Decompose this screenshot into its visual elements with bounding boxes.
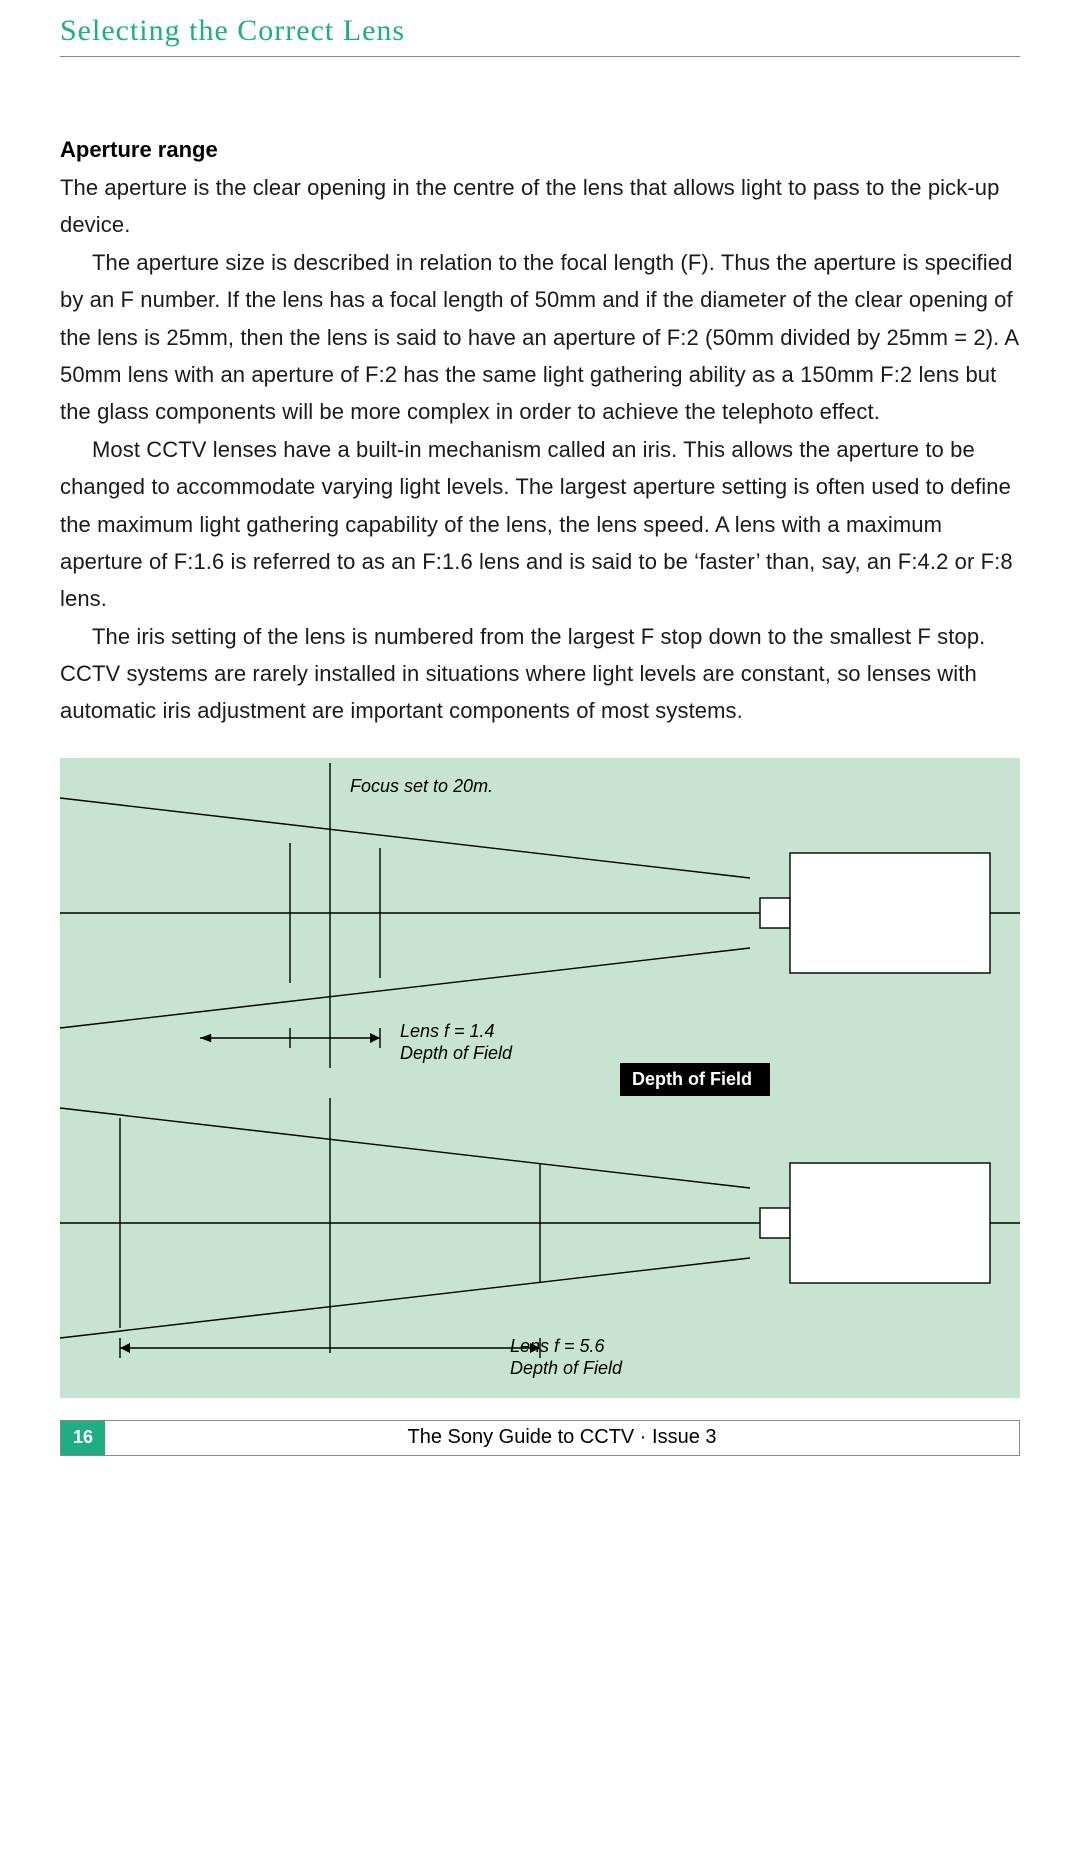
paragraph-3: Most CCTV lenses have a built-in mechani… xyxy=(60,431,1020,618)
paragraph-1: The aperture is the clear opening in the… xyxy=(60,169,1020,244)
depth-of-field-diagram xyxy=(60,758,1020,1398)
paragraph-2-text: The aperture size is described in relati… xyxy=(60,250,1018,425)
figure-focus-label: Focus set to 20m. xyxy=(350,776,493,797)
depth-of-field-figure: Focus set to 20m. Lens f = 1.4 Depth of … xyxy=(60,758,1020,1398)
figure-lens2-label-line2: Depth of Field xyxy=(510,1358,622,1379)
body-text-block: Aperture range The aperture is the clear… xyxy=(60,137,1020,730)
paragraph-2: The aperture size is described in relati… xyxy=(60,244,1020,431)
figure-lens1-label-line2: Depth of Field xyxy=(400,1043,512,1064)
section-heading: Aperture range xyxy=(60,137,1020,163)
chapter-title: Selecting the Correct Lens xyxy=(60,14,1020,48)
paragraph-4: The iris setting of the lens is numbered… xyxy=(60,618,1020,730)
footer-text: The Sony Guide to CCTV · Issue 3 xyxy=(105,1421,1019,1455)
header-rule xyxy=(60,56,1020,57)
page-footer: 16 The Sony Guide to CCTV · Issue 3 xyxy=(60,1420,1020,1456)
figure-lens2-label-line1: Lens f = 5.6 xyxy=(510,1336,605,1357)
paragraph-3-text: Most CCTV lenses have a built-in mechani… xyxy=(60,437,1013,612)
figure-lens1-label-line1: Lens f = 1.4 xyxy=(400,1021,495,1042)
figure-caption-box: Depth of Field xyxy=(620,1063,770,1096)
page-number: 16 xyxy=(61,1421,105,1455)
paragraph-4-text: The iris setting of the lens is numbered… xyxy=(60,624,985,724)
